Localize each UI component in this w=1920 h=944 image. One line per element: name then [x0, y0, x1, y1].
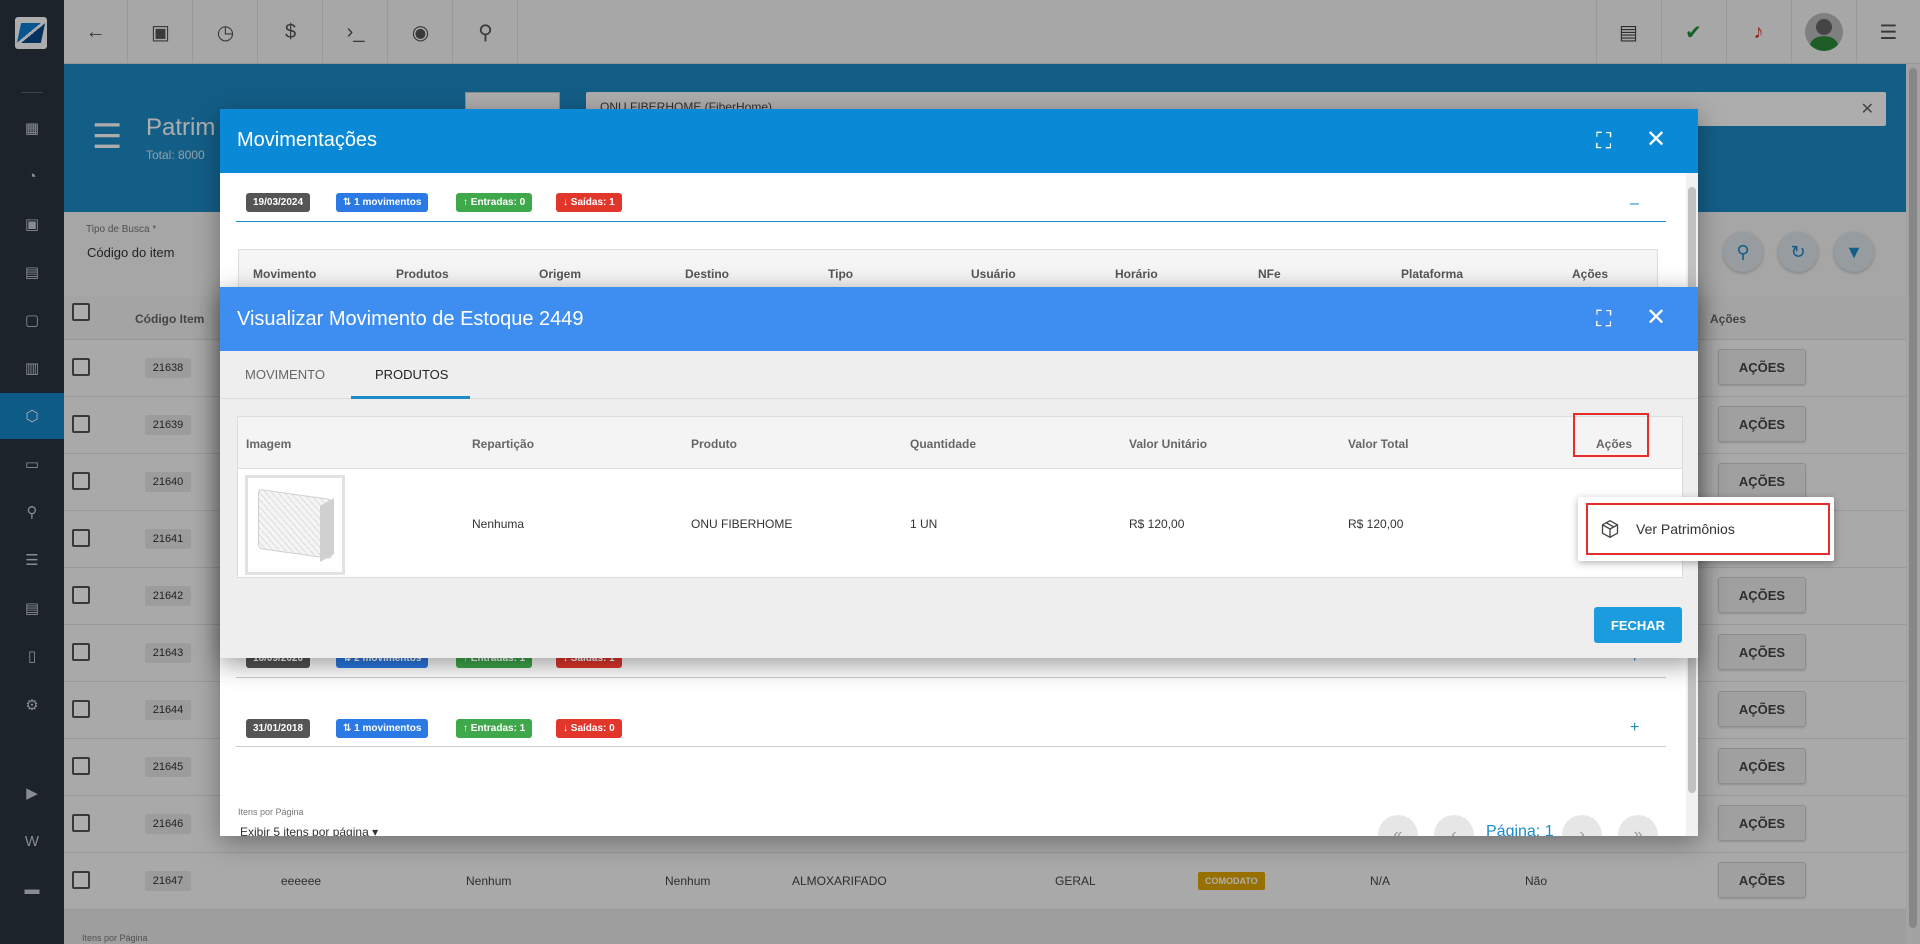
close-icon[interactable]: ✕ [1646, 306, 1666, 330]
acoes-highlight-box [1573, 413, 1649, 457]
movimentacoes-header: Movimentações ⛶ ✕ [220, 109, 1698, 173]
next-page-button[interactable]: › [1562, 815, 1602, 836]
first-page-button[interactable]: « [1378, 815, 1418, 836]
group-saidas-text: Saídas: 0 [570, 723, 615, 734]
items-per-page-label: Itens por Página [238, 807, 304, 817]
td-produto: ONU FIBERHOME [691, 517, 793, 531]
movimentacoes-title: Movimentações [237, 129, 378, 151]
th-imagem: Imagem [246, 437, 292, 451]
tab-bar: MOVIMENTO PRODUTOS [220, 351, 1698, 399]
group-entradas-text: Entradas: 0 [470, 197, 526, 208]
onu-device-side [320, 497, 334, 563]
active-tab-indicator [351, 396, 470, 399]
tab-movimento[interactable]: MOVIMENTO [245, 367, 325, 382]
group-divider [236, 221, 1666, 222]
prev-page-button[interactable]: ‹ [1434, 815, 1474, 836]
products-table: Imagem Repartição Produto Quantidade Val… [237, 416, 1683, 578]
actions-dropdown: Ver Patrimônios [1578, 497, 1834, 561]
items-per-page-select[interactable]: Exibir 5 itens por página ▾ [240, 825, 378, 836]
close-icon[interactable]: ✕ [1646, 128, 1666, 152]
items-per-page-value: Exibir 5 itens por página [240, 825, 369, 836]
group-entradas-badge: ↑ Entradas: 0 [456, 193, 533, 212]
group-entradas-text: Entradas: 1 [470, 723, 526, 734]
group-divider [236, 677, 1666, 678]
group-divider [236, 746, 1666, 747]
group-entradas-badge: ↑ Entradas: 1 [456, 719, 533, 738]
ver-patrimonios-label: Ver Patrimônios [1636, 521, 1735, 537]
product-image [245, 475, 345, 575]
th-origem: Origem [539, 267, 582, 281]
visualizar-movimento-modal: Visualizar Movimento de Estoque 2449 ⛶ ✕… [220, 287, 1698, 658]
th-movimento: Movimento [253, 267, 317, 281]
group-expand-toggle[interactable]: + [1630, 719, 1639, 737]
page-indicator: Página: 1 [1486, 823, 1554, 836]
th-valor-unitario: Valor Unitário [1129, 437, 1208, 451]
last-page-button[interactable]: » [1618, 815, 1658, 836]
th-produtos: Produtos [396, 267, 449, 281]
group-movements-text: 1 movimentos [354, 723, 422, 734]
visualizar-movimento-header: Visualizar Movimento de Estoque 2449 ⛶ ✕ [220, 287, 1698, 351]
group-saidas-text: Saídas: 1 [570, 197, 615, 208]
group-date-badge: 31/01/2018 [246, 719, 311, 738]
fullscreen-icon[interactable]: ⛶ [1596, 130, 1611, 152]
group-saidas-badge: ↓ Saídas: 1 [556, 193, 622, 212]
th-reparticao: Repartição [472, 437, 535, 451]
th-tipo: Tipo [828, 267, 854, 281]
group-saidas-badge: ↓ Saídas: 0 [556, 719, 622, 738]
td-valor-unitario: R$ 120,00 [1129, 517, 1185, 531]
td-quantidade: 1 UN [910, 517, 938, 531]
th-quantidade: Quantidade [910, 437, 977, 451]
td-valor-total: R$ 120,00 [1348, 517, 1404, 531]
th-valor-total: Valor Total [1348, 437, 1409, 451]
group-movements-badge: ⇅ 1 movimentos [336, 719, 429, 738]
group-date-badge: 19/03/2024 [246, 193, 311, 212]
group-movements-text: 1 movimentos [354, 197, 422, 208]
fullscreen-icon[interactable]: ⛶ [1596, 308, 1611, 330]
group-collapse-toggle[interactable]: – [1630, 195, 1639, 213]
th-destino: Destino [685, 267, 730, 281]
th-acoes: Ações [1572, 267, 1609, 281]
tab-produtos[interactable]: PRODUTOS [375, 367, 448, 382]
th-usuario: Usuário [971, 267, 1016, 281]
group-movements-badge: ⇅ 1 movimentos [336, 193, 429, 212]
th-plataforma: Plataforma [1401, 267, 1464, 281]
visualizar-movimento-title: Visualizar Movimento de Estoque 2449 [237, 308, 584, 330]
th-nfe: NFe [1258, 267, 1281, 281]
package-icon [1601, 520, 1619, 538]
th-produto: Produto [691, 437, 737, 451]
close-modal-button[interactable]: FECHAR [1594, 607, 1682, 643]
ver-patrimonios-menu-item[interactable]: Ver Patrimônios [1586, 503, 1830, 555]
th-horario: Horário [1115, 267, 1158, 281]
products-table-header: Imagem Repartição Produto Quantidade Val… [238, 417, 1682, 469]
td-reparticao: Nenhuma [472, 517, 525, 531]
